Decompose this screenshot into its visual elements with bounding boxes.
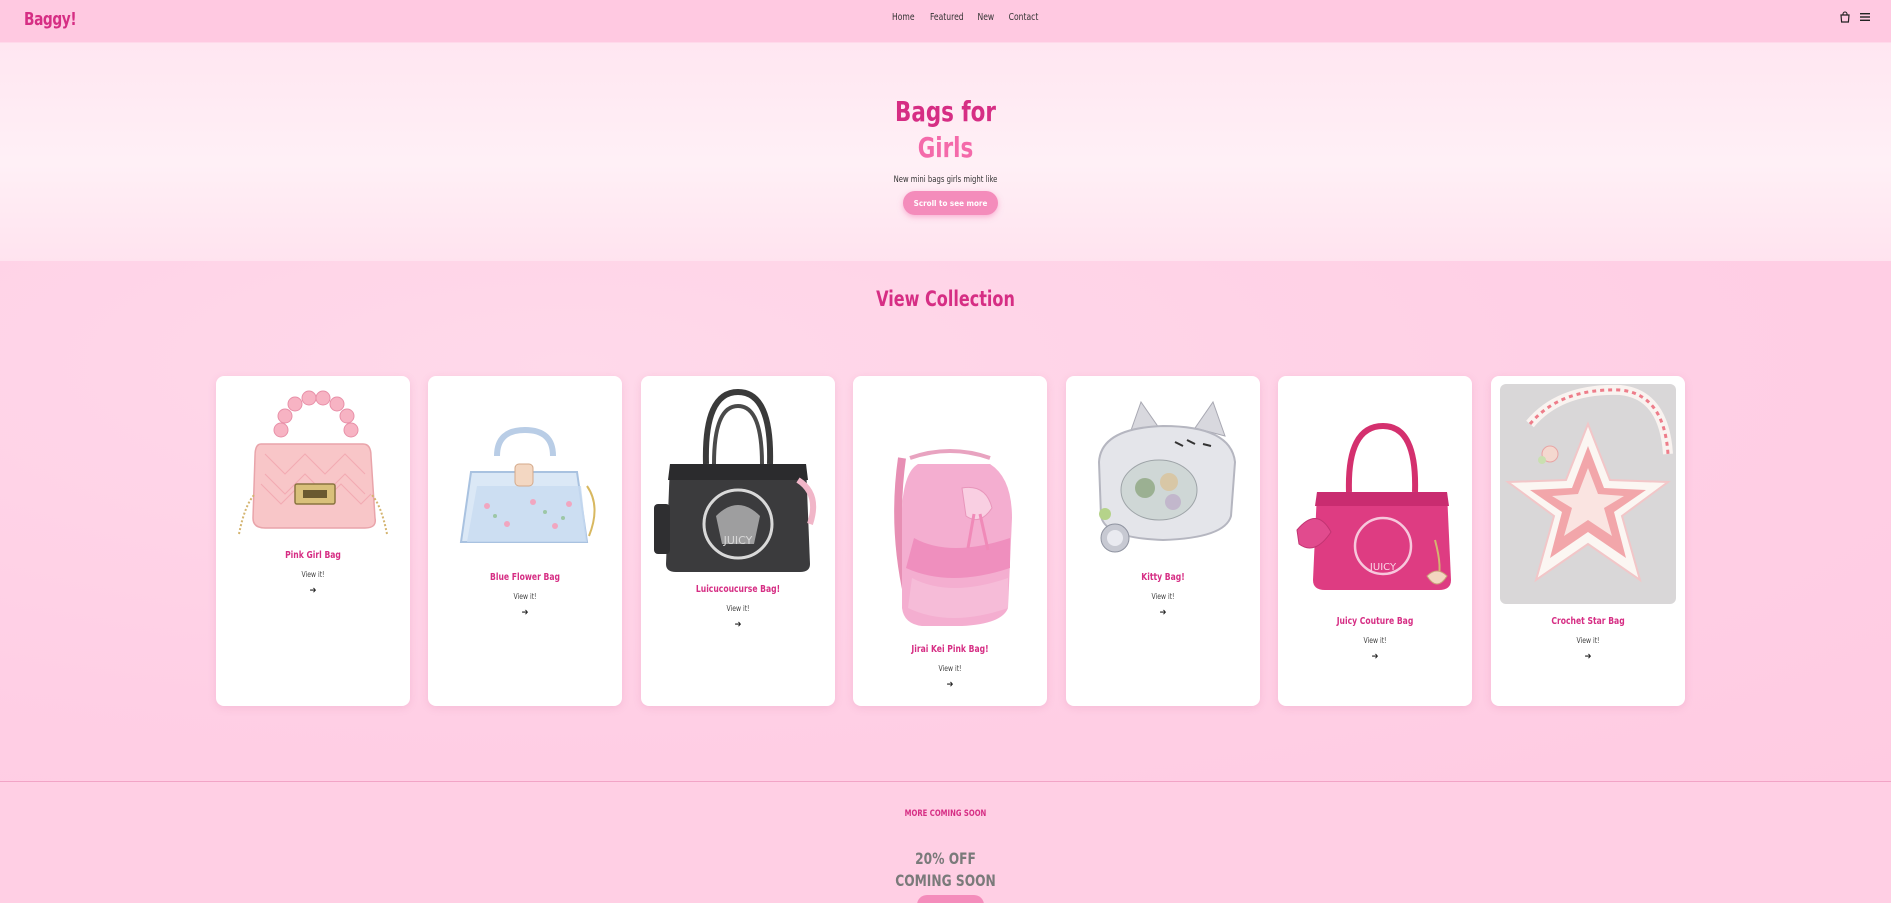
svg-text:JUICY: JUICY	[1369, 562, 1397, 573]
product-name[interactable]: Pink Girl Bag	[231, 550, 396, 561]
view-link[interactable]: View it!	[1293, 636, 1458, 645]
product-name[interactable]: Juicy Couture Bag	[1293, 616, 1458, 627]
arrow-right-icon[interactable]: ➔	[216, 586, 410, 596]
promo-offer: 20% OFF COMING SOON	[142, 848, 1749, 892]
arrow-right-icon[interactable]: ➔	[428, 608, 622, 618]
hero-title-highlight: Girls	[917, 131, 974, 164]
pink-juicy-bag-image[interactable]: JUICY	[1287, 420, 1463, 600]
product-name[interactable]: Kitty Bag!	[1081, 572, 1246, 583]
blue-clear-bag-image[interactable]	[437, 386, 613, 566]
collection-title: View Collection	[876, 287, 1015, 311]
crochet-star-bag-image[interactable]	[1500, 384, 1676, 604]
promo-section: MORE COMING SOON 20% OFF COMING SOON	[0, 781, 1891, 903]
pink-ruffle-backpack-image[interactable]	[862, 448, 1038, 633]
view-link[interactable]: View it!	[868, 664, 1033, 673]
nav-link-featured[interactable]: Featured	[930, 12, 964, 23]
view-link[interactable]: View it!	[656, 604, 821, 613]
view-link[interactable]: View it!	[1081, 592, 1246, 601]
promo-label: MORE COMING SOON	[904, 809, 987, 819]
promo-button[interactable]	[917, 895, 984, 903]
arrow-right-icon[interactable]: ➔	[1278, 652, 1472, 662]
nav-link-contact[interactable]: Contact	[1008, 12, 1038, 23]
product-card[interactable]: Kitty Bag! View it! ➔	[1066, 376, 1260, 706]
hero-section: Bags for Girls New mini bags girls might…	[0, 43, 1891, 261]
arrow-right-icon[interactable]: ➔	[1491, 652, 1685, 662]
product-card[interactable]: Jirai Kei Pink Bag! View it! ➔	[853, 376, 1047, 706]
product-card[interactable]: Crochet Star Bag View it! ➔	[1491, 376, 1685, 706]
arrow-right-icon[interactable]: ➔	[853, 680, 1047, 690]
view-link[interactable]: View it!	[443, 592, 608, 601]
bag-icon[interactable]	[1839, 11, 1851, 23]
black-juicy-bag-image[interactable]: JUICY	[650, 384, 826, 576]
promo-offer-line2: COMING SOON	[895, 871, 996, 890]
promo-offer-line1: 20% OFF	[915, 849, 976, 868]
arrow-right-icon[interactable]: ➔	[641, 620, 835, 630]
scroll-button[interactable]: Scroll to see more	[903, 191, 998, 215]
nav-link-home[interactable]: Home	[892, 12, 915, 23]
nav-links: Home Featured New Contact	[890, 12, 1041, 23]
nav-link-new[interactable]: New	[978, 12, 995, 23]
product-name[interactable]: Blue Flower Bag	[443, 572, 608, 583]
view-link[interactable]: View it!	[1506, 636, 1671, 645]
menu-icon[interactable]	[1859, 11, 1871, 23]
hero-subtitle: New mini bags girls might like	[893, 175, 998, 185]
navbar: Baggy! Home Featured New Contact	[0, 0, 1891, 43]
nav-icons	[1839, 11, 1871, 23]
hero-title: Bags for	[895, 95, 996, 128]
silver-kitty-bag-image[interactable]	[1075, 398, 1251, 558]
product-card[interactable]: JUICY Juicy Couture Bag View it! ➔	[1278, 376, 1472, 706]
product-card[interactable]: JUICY Luicucoucurse Bag! View it! ➔	[641, 376, 835, 706]
product-card[interactable]: Pink Girl Bag View it! ➔	[216, 376, 410, 706]
pink-jelly-bag-image[interactable]	[225, 384, 401, 544]
arrow-right-icon[interactable]: ➔	[1066, 608, 1260, 618]
collection-section: View Collection Pink Girl Bag View it! ➔…	[0, 261, 1891, 781]
product-card[interactable]: Blue Flower Bag View it! ➔	[428, 376, 622, 706]
site-logo[interactable]: Baggy!	[24, 9, 77, 30]
product-name[interactable]: Jirai Kei Pink Bag!	[868, 644, 1033, 655]
view-link[interactable]: View it!	[231, 570, 396, 579]
product-name[interactable]: Luicucoucurse Bag!	[656, 584, 821, 595]
svg-text:JUICY: JUICY	[723, 534, 753, 547]
product-name[interactable]: Crochet Star Bag	[1506, 616, 1671, 627]
